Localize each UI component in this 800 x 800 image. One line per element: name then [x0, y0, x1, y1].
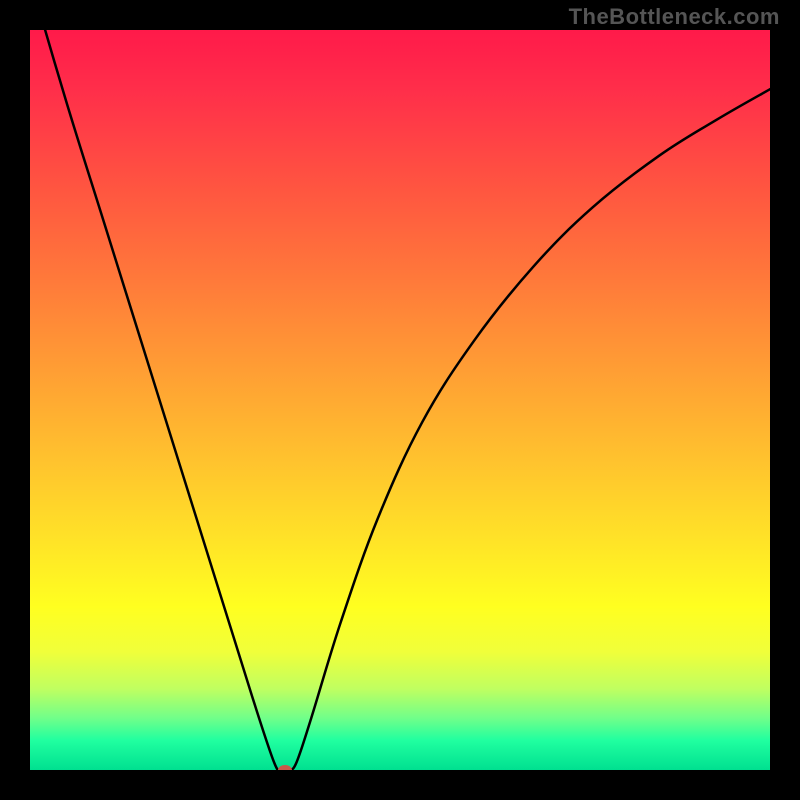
- watermark-text: TheBottleneck.com: [569, 4, 780, 30]
- optimal-point-marker: [278, 765, 292, 770]
- plot-area: [30, 30, 770, 770]
- curve-svg: [30, 30, 770, 770]
- bottleneck-curve: [30, 30, 770, 770]
